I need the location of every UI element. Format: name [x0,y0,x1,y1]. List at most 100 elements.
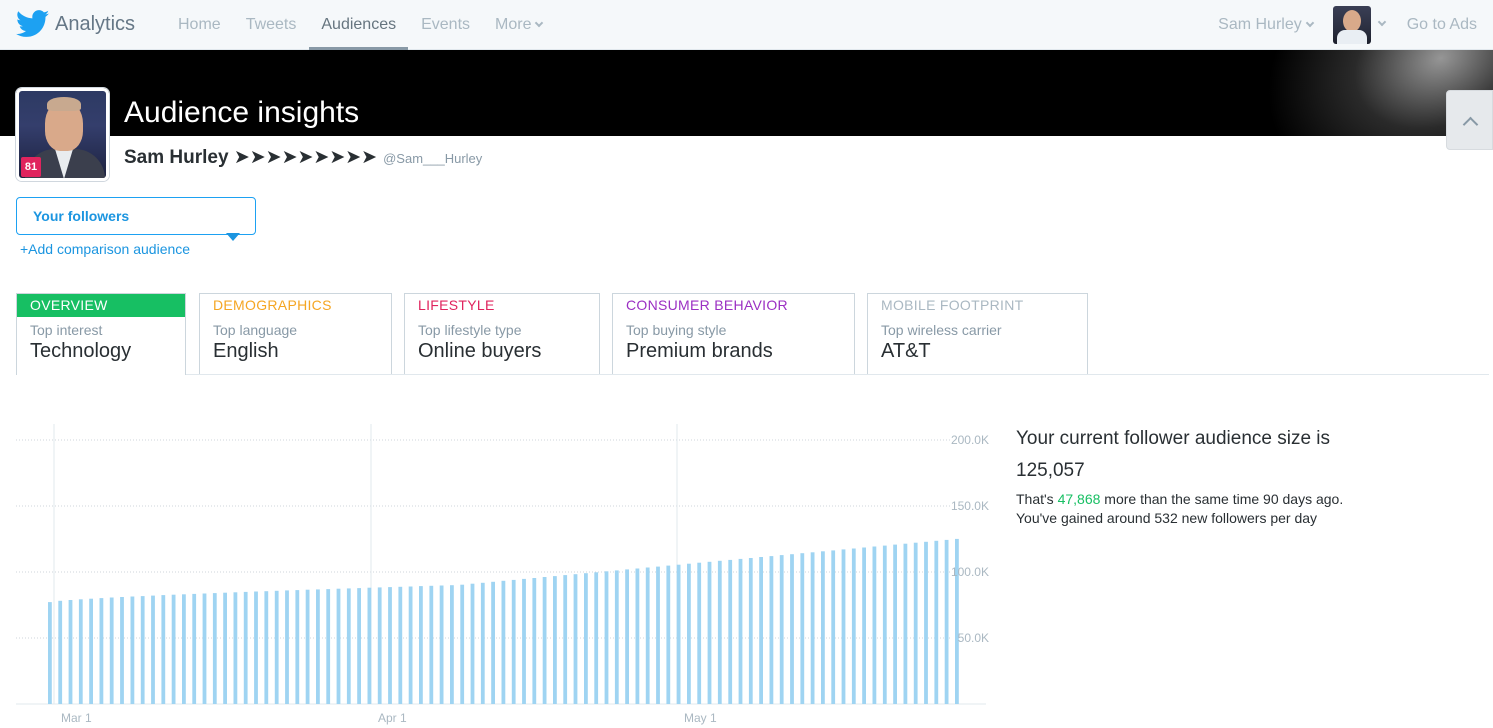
chart-bar [305,589,310,704]
add-comparison-link[interactable]: +Add comparison audience [20,241,190,257]
chevron-down-icon [535,18,544,28]
summary-daily: You've gained around 532 new followers p… [1016,510,1318,526]
nav-tweets[interactable]: Tweets [246,0,297,50]
chart-bar [223,592,227,704]
tab-demographics-sub: Top language [213,322,298,338]
chevron-down-icon [1305,18,1314,28]
nav-audiences[interactable]: Audiences [309,0,408,50]
chart-bar [171,594,176,704]
collapse-header-button[interactable] [1446,90,1493,150]
chart-bar [645,567,650,704]
chart-bar [656,566,660,704]
tab-demographics[interactable]: DEMOGRAPHICS Top language English [199,293,392,374]
tab-mobile-footprint-value: AT&T [881,340,931,362]
chevron-down-icon[interactable] [226,233,240,241]
brand-label: Analytics [55,12,136,35]
tab-mobile-footprint-sub: Top wireless carrier [881,322,1002,338]
chart-bar [769,556,774,704]
chart-bar [821,551,825,704]
chart-bar [254,591,258,704]
chart-bar [151,595,155,704]
chart-bar [903,543,908,704]
profile-name: Sam Hurley ➤➤➤➤➤➤➤➤➤ @Sam___Hurley [124,146,482,169]
chart-bar [697,562,702,704]
profile-picture: 81 [16,88,109,181]
audience-summary: Your current follower audience size is 1… [1016,428,1476,528]
chart-bar [614,570,619,704]
chart-bar [233,592,238,704]
analytics-logo[interactable]: Analytics [16,10,135,38]
chart-bar [99,598,104,704]
tab-lifestyle-value: Online buyers [418,340,542,362]
chart-bar [316,589,320,704]
user-menu[interactable]: Sam Hurley [1218,16,1314,34]
chevron-down-icon[interactable] [1377,17,1386,27]
chart-bar [584,573,588,704]
chart-bar [120,597,124,704]
chart-bar [563,575,568,704]
chart-svg: 200.0K 150.0K 100.0K 50.0K Mar 1 Apr 1 May 1 [16,424,989,725]
avatar[interactable] [1332,6,1371,44]
chart-bar [893,544,897,704]
nav-more-label: More [495,16,532,33]
chart-bar [285,590,289,704]
summary-growth-value: 47,868 [1057,491,1101,507]
tab-demographics-value: English [213,340,279,362]
tab-lifestyle[interactable]: LIFESTYLE Top lifestyle type Online buye… [404,293,600,374]
chart-bar [687,563,691,704]
twitter-bird-icon [16,10,50,37]
summary-growth-suffix: more than the same time 90 days ago. [1100,491,1344,507]
chart-bar [924,541,928,704]
tab-consumer-behavior-label: CONSUMER BEHAVIOR [626,297,788,313]
tab-overview[interactable]: OVERVIEW Top interest Technology [16,293,186,375]
chart-bar [161,595,166,704]
tab-mobile-footprint[interactable]: MOBILE FOOTPRINT Top wireless carrier AT… [867,293,1088,374]
chart-bar [192,593,197,704]
y-tick-label: 100.0K [951,565,989,579]
tab-mobile-footprint-label: MOBILE FOOTPRINT [881,297,1024,313]
summary-growth: That's 47,868 more than the same time 90… [1016,490,1476,509]
tab-lifestyle-sub: Top lifestyle type [418,322,522,338]
chart-bar [295,590,300,704]
chart-bar [841,549,846,704]
chart-bar [573,574,578,704]
chart-bar [707,561,712,704]
top-nav: Analytics Home Tweets Audiences Events M… [0,0,1493,50]
chart-bar [140,596,145,704]
chart-bar [68,600,73,704]
chart-bar [635,568,640,704]
chart-bar [748,558,753,704]
chart-bar [450,585,454,704]
tab-consumer-behavior[interactable]: CONSUMER BEHAVIOR Top buying style Premi… [612,293,855,374]
chart-bar [58,600,63,704]
chart-bar [800,553,805,704]
chart-bar [480,582,485,704]
go-to-ads-link[interactable]: Go to Ads [1407,16,1477,34]
audience-select[interactable]: Your followers [16,197,256,235]
chart-bar [594,572,599,704]
page-title: Audience insights [124,96,360,129]
summary-count: 125,057 [1016,460,1085,481]
chart-bar [429,585,434,704]
chart-bar [810,552,815,704]
user-name: Sam Hurley [1218,16,1302,33]
nav-more[interactable]: More [495,0,544,50]
chart-bar [862,547,866,704]
chart-bar [346,588,351,704]
profile-badge: 81 [21,157,41,177]
tab-consumer-behavior-sub: Top buying style [626,322,727,338]
summary-growth-prefix: That's [1016,491,1058,507]
chart-bar [676,564,681,704]
profile-hair [47,97,81,111]
chart-bar [851,548,856,704]
nav-home[interactable]: Home [178,0,221,50]
chart-bar [264,591,269,704]
chevron-up-icon [1462,116,1479,133]
tab-overview-sub: Top interest [30,322,103,338]
nav-events[interactable]: Events [421,0,470,50]
chart-bar [532,578,537,704]
chart-bar [955,538,959,704]
chart-bar [377,587,382,704]
chart-bar [470,583,475,704]
y-tick-label: 200.0K [951,433,989,447]
